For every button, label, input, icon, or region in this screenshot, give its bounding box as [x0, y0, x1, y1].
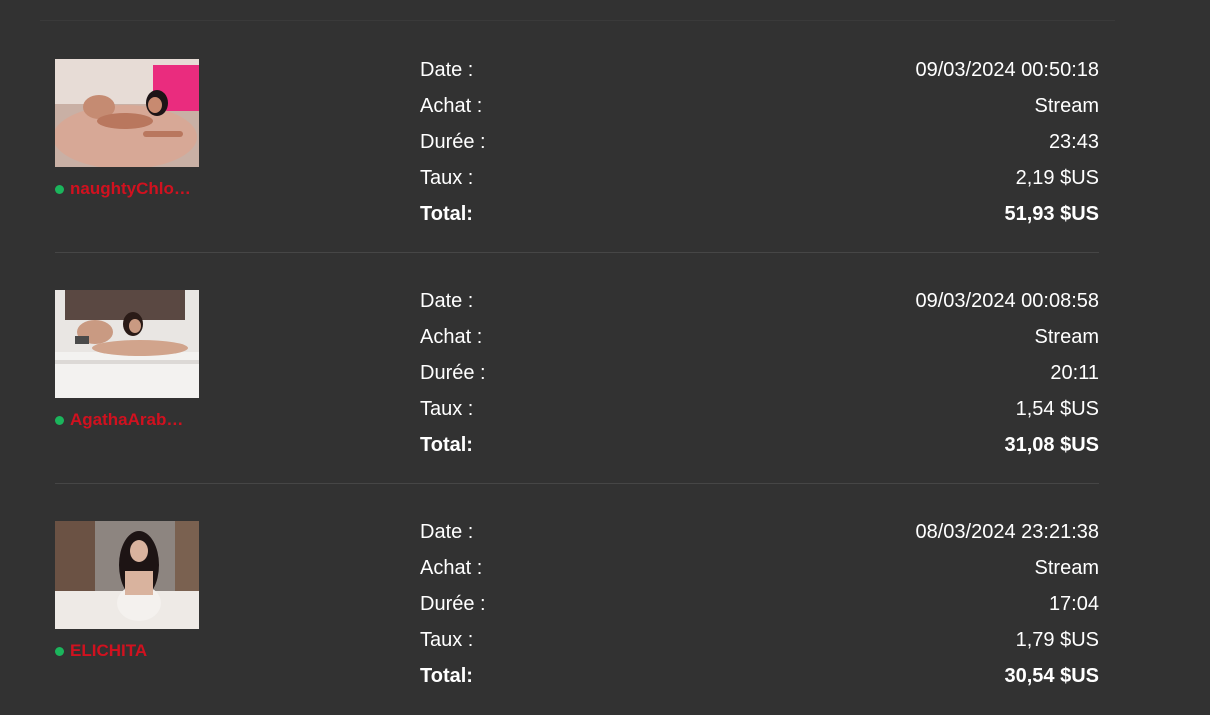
model-thumbnail[interactable]: [55, 290, 199, 398]
rate-label: Taux :: [420, 398, 474, 420]
model-thumbnail[interactable]: [55, 59, 199, 167]
date-value: 09/03/2024 00:08:58: [915, 290, 1099, 312]
rate-label: Taux :: [420, 167, 474, 189]
duration-row: Durée : 20:11: [420, 362, 1099, 398]
rate-label: Taux :: [420, 629, 474, 651]
date-value: 08/03/2024 23:21:38: [915, 521, 1099, 543]
transaction-item: AgathaArab… Date : 09/03/2024 00:08:58 A…: [55, 253, 1099, 484]
model-name-row: naughtyChlo…: [55, 179, 199, 199]
rate-row: Taux : 2,19 $US: [420, 167, 1099, 203]
duration-value: 23:43: [1048, 131, 1099, 153]
duration-label: Durée :: [420, 362, 486, 384]
transaction-item: naughtyChlo… Date : 09/03/2024 00:50:18 …: [55, 22, 1099, 253]
total-row: Total: 51,93 $US: [420, 203, 1099, 239]
date-label: Date :: [420, 59, 474, 81]
purchase-value: Stream: [1034, 95, 1099, 117]
total-label: Total:: [420, 203, 473, 225]
model-photo-icon: [55, 59, 199, 167]
total-value: 31,08 $US: [1004, 434, 1099, 456]
duration-value: 20:11: [1050, 362, 1099, 384]
date-row: Date : 09/03/2024 00:50:18: [420, 59, 1099, 95]
model-info: AgathaArab…: [55, 290, 199, 429]
model-info: naughtyChlo…: [55, 59, 199, 198]
purchase-label: Achat :: [420, 557, 483, 579]
rate-row: Taux : 1,79 $US: [420, 629, 1099, 665]
online-status-dot: [55, 415, 64, 425]
model-name-link[interactable]: ELICHITA: [70, 641, 147, 661]
date-value: 09/03/2024 00:50:18: [915, 59, 1099, 81]
rate-value: 1,79 $US: [1015, 629, 1099, 651]
purchase-label: Achat :: [420, 95, 483, 117]
model-photo-icon: [55, 521, 199, 629]
purchase-row: Achat : Stream: [420, 326, 1099, 362]
duration-value: 17:04: [1048, 593, 1099, 615]
total-label: Total:: [420, 434, 473, 456]
model-name-link[interactable]: AgathaArab…: [70, 410, 183, 430]
duration-row: Durée : 23:43: [420, 131, 1099, 167]
duration-row: Durée : 17:04: [420, 593, 1099, 629]
purchase-value: Stream: [1034, 326, 1099, 348]
duration-label: Durée :: [420, 131, 486, 153]
date-row: Date : 08/03/2024 23:21:38: [420, 521, 1099, 557]
model-name-row: ELICHITA: [55, 641, 199, 661]
rate-value: 2,19 $US: [1015, 167, 1099, 189]
transaction-details: Date : 09/03/2024 00:50:18 Achat : Strea…: [420, 59, 1099, 239]
online-status-dot: [55, 646, 64, 656]
purchase-label: Achat :: [420, 326, 483, 348]
date-label: Date :: [420, 521, 474, 543]
duration-label: Durée :: [420, 593, 486, 615]
transaction-details: Date : 08/03/2024 23:21:38 Achat : Strea…: [420, 521, 1099, 701]
model-name-row: AgathaArab…: [55, 410, 199, 430]
model-info: ELICHITA: [55, 521, 199, 660]
date-row: Date : 09/03/2024 00:08:58: [420, 290, 1099, 326]
total-value: 51,93 $US: [1004, 203, 1099, 225]
purchase-row: Achat : Stream: [420, 557, 1099, 593]
rate-value: 1,54 $US: [1015, 398, 1099, 420]
model-thumbnail[interactable]: [55, 521, 199, 629]
transaction-list: naughtyChlo… Date : 09/03/2024 00:50:18 …: [55, 22, 1099, 715]
transaction-details: Date : 09/03/2024 00:08:58 Achat : Strea…: [420, 290, 1099, 470]
model-name-link[interactable]: naughtyChlo…: [70, 179, 191, 199]
rate-row: Taux : 1,54 $US: [420, 398, 1099, 434]
top-divider: [40, 20, 1115, 21]
transaction-item: ELICHITA Date : 08/03/2024 23:21:38 Acha…: [55, 484, 1099, 715]
purchase-row: Achat : Stream: [420, 95, 1099, 131]
online-status-dot: [55, 184, 64, 194]
total-row: Total: 31,08 $US: [420, 434, 1099, 470]
model-photo-icon: [55, 290, 199, 398]
purchase-value: Stream: [1034, 557, 1099, 579]
date-label: Date :: [420, 290, 474, 312]
